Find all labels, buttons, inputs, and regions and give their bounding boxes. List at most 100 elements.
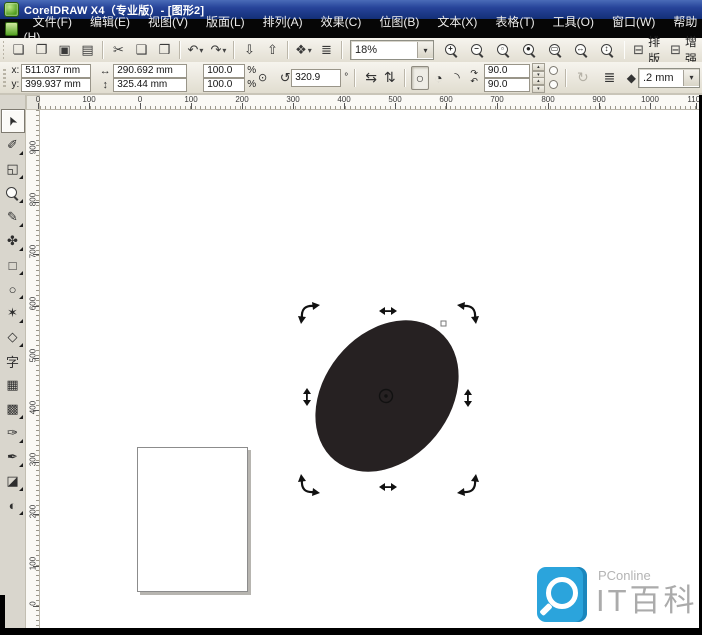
menu-item-8[interactable]: 文本(X): [428, 14, 486, 30]
cut-button[interactable]: ✂: [107, 39, 130, 61]
eyedropper-tool[interactable]: ✑: [1, 421, 25, 445]
window-edge: [0, 628, 702, 635]
rectangle-tool[interactable]: □: [1, 253, 25, 277]
undo-button[interactable]: ↶▾: [184, 39, 207, 61]
menu-item-2[interactable]: 编辑(E): [81, 14, 139, 30]
ruler-label: 200: [29, 505, 38, 519]
blend-tool[interactable]: ▩: [1, 397, 25, 421]
rotate-handle-bottom-left[interactable]: [298, 474, 320, 496]
save-button[interactable]: ▣: [53, 39, 76, 61]
object-height-field[interactable]: 325.44 mm: [113, 78, 187, 92]
object-width-field[interactable]: 290.692 mm: [113, 64, 187, 78]
zoom-page-width-button[interactable]: ↔: [570, 39, 593, 61]
rotate-handle-bottom-right[interactable]: [457, 474, 479, 496]
convert-icon: ↻: [574, 66, 593, 90]
menu-item-6[interactable]: 效果(C): [312, 14, 371, 30]
rotation-angle-field[interactable]: 320.9: [291, 69, 341, 87]
layout-button[interactable]: ⊟ 排版: [628, 40, 665, 60]
zoom-selected-button[interactable]: ▫: [492, 39, 515, 61]
freehand-tool[interactable]: ✎: [1, 205, 25, 229]
end-angle-field[interactable]: 90.0: [484, 78, 530, 92]
zoom-level-combo[interactable]: 18% ▾: [350, 40, 434, 60]
skew-handle-left[interactable]: [303, 388, 311, 406]
copy-button[interactable]: ❑: [130, 39, 153, 61]
direction-ccw-icon[interactable]: ↶: [470, 78, 478, 85]
menu-item-7[interactable]: 位图(B): [370, 14, 428, 30]
wrap-text-icon[interactable]: ≣: [600, 66, 619, 90]
zoom-tool[interactable]: [1, 181, 25, 205]
horizontal-ruler[interactable]: 0100010020030040050060070080090010001100: [40, 95, 699, 110]
mirror-horizontal-icon[interactable]: ⇆: [362, 66, 381, 90]
pick-tool[interactable]: ➤: [1, 109, 25, 133]
smart-fill-tool[interactable]: ✤: [1, 229, 25, 253]
polygon-tool[interactable]: ✶: [1, 301, 25, 325]
zoom-in-button[interactable]: +: [440, 39, 463, 61]
menu-item-4[interactable]: 版面(L): [197, 14, 254, 30]
zoom-all-objects-button[interactable]: ●: [518, 39, 541, 61]
ellipse-tool[interactable]: ○: [1, 277, 25, 301]
menu-item-10[interactable]: 工具(O): [544, 14, 603, 30]
skew-handle-top[interactable]: [379, 307, 397, 315]
menu-item-1[interactable]: 文件(F): [24, 14, 81, 30]
zoom-page-button[interactable]: ▭: [544, 39, 567, 61]
ellipse-mode-button[interactable]: ○: [411, 66, 430, 90]
rotate-handle-top-left[interactable]: [298, 302, 320, 324]
mirror-vertical-icon[interactable]: ⇅: [380, 66, 399, 90]
drawing-canvas[interactable]: PConline IT百科: [40, 110, 699, 628]
lock-ratio-icon[interactable]: ⊙: [256, 66, 269, 90]
enhance-button[interactable]: ⊟ 增强: [665, 40, 702, 60]
ruler-tick: [33, 150, 39, 151]
chevron-down-icon[interactable]: ▾: [199, 46, 203, 55]
application-launcher-button[interactable]: ❖▾: [292, 39, 315, 61]
outline-pen-tool[interactable]: ✒: [1, 445, 25, 469]
import-button[interactable]: ⇩: [238, 39, 261, 61]
open-button[interactable]: ❐: [30, 39, 53, 61]
text-tool[interactable]: 字: [1, 349, 25, 373]
zoom-page-height-button[interactable]: ↕: [596, 39, 619, 61]
start-angle-field[interactable]: 90.0: [484, 64, 530, 78]
print-button[interactable]: ▤: [76, 39, 99, 61]
end-angle-radio[interactable]: [549, 80, 558, 89]
chevron-down-icon[interactable]: ▾: [417, 42, 433, 58]
ellipse-node[interactable]: [441, 321, 446, 326]
vertical-ruler[interactable]: 9008007006005004003002001000: [26, 110, 40, 628]
menu-item-9[interactable]: 表格(T): [486, 14, 543, 30]
crop-tool[interactable]: ◱: [1, 157, 25, 181]
fill-tool[interactable]: ◪: [1, 469, 25, 493]
scale-v-field[interactable]: 100.0: [203, 78, 245, 92]
table-tool[interactable]: ▦: [1, 373, 25, 397]
interactive-fill-tool[interactable]: ◐: [1, 493, 25, 517]
crop-tool-icon: ◱: [6, 161, 18, 177]
end-angle-spinner[interactable]: ▴▾: [532, 77, 545, 93]
selection-overlay: [40, 110, 699, 628]
menu-item-5[interactable]: 排列(A): [254, 14, 312, 30]
ruler-label: 700: [29, 245, 38, 259]
zoom-out-button[interactable]: −: [466, 39, 489, 61]
outline-width-combo[interactable]: .2 mm ▾: [638, 68, 700, 88]
chevron-down-icon[interactable]: ▾: [683, 70, 699, 86]
skew-handle-bottom[interactable]: [379, 483, 397, 491]
pie-mode-button[interactable]: ◔: [429, 66, 448, 90]
skew-handle-right[interactable]: [464, 389, 472, 407]
basic-shapes-tool[interactable]: ◇: [1, 325, 25, 349]
arc-mode-button[interactable]: ◝: [448, 66, 467, 90]
scale-h-field[interactable]: 100.0: [203, 64, 245, 78]
export-button[interactable]: ⇧: [261, 39, 284, 61]
new-document-button[interactable]: ❏: [7, 39, 30, 61]
redo-button[interactable]: ↷▾: [207, 39, 230, 61]
menu-item-3[interactable]: 视图(V): [139, 14, 197, 30]
toolbar-grip[interactable]: [3, 69, 6, 87]
paste-button[interactable]: ❒: [153, 39, 176, 61]
coreldraw-app-icon: [4, 2, 19, 17]
options-button[interactable]: ≣: [315, 39, 338, 61]
chevron-down-icon[interactable]: ▾: [308, 46, 312, 55]
start-angle-radio[interactable]: [549, 66, 558, 75]
divider: [179, 41, 181, 59]
menu-item-11[interactable]: 窗口(W): [603, 14, 664, 30]
toolbar-grip[interactable]: [3, 41, 4, 59]
object-y-field[interactable]: 399.937 mm: [21, 78, 91, 92]
rotate-handle-top-right[interactable]: [457, 302, 479, 324]
object-x-field[interactable]: 511.037 mm: [21, 64, 91, 78]
shape-tool[interactable]: ✐: [1, 133, 25, 157]
chevron-down-icon[interactable]: ▾: [222, 46, 226, 55]
